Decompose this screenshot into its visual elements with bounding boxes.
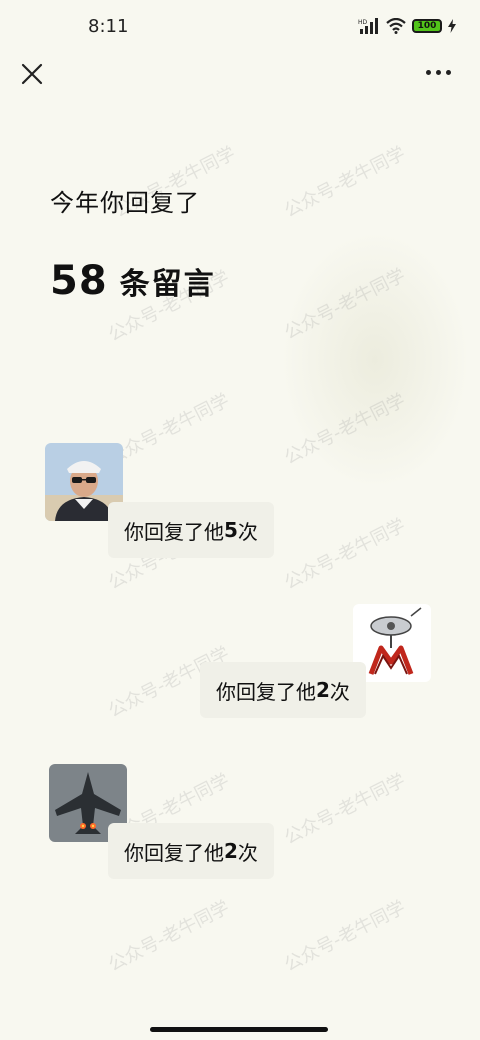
background-glow bbox=[280, 230, 470, 490]
watermark: 公众号-老牛同学 bbox=[105, 896, 233, 976]
status-icons: HD 100 bbox=[358, 18, 456, 34]
reply-bubble: 你回复了他 2 次 bbox=[200, 662, 366, 718]
charging-icon bbox=[448, 19, 456, 33]
watermark: 公众号-老牛同学 bbox=[281, 142, 409, 222]
reply-count: 5 bbox=[224, 518, 238, 542]
status-bar: 8:11 HD 100 bbox=[0, 0, 480, 56]
watermark: 公众号-老牛同学 bbox=[281, 896, 409, 976]
reply-suffix: 次 bbox=[237, 840, 258, 865]
more-dot-icon bbox=[446, 70, 451, 75]
reply-count-stat: 58 条留言 bbox=[50, 258, 216, 304]
close-button[interactable] bbox=[20, 62, 44, 86]
reply-suffix: 次 bbox=[237, 519, 258, 544]
stat-unit: 条留言 bbox=[119, 267, 216, 302]
stat-number: 58 bbox=[50, 258, 108, 304]
signal-icon: HD bbox=[358, 18, 378, 34]
status-time: 8:11 bbox=[88, 16, 129, 37]
more-dot-icon bbox=[426, 70, 431, 75]
more-dot-icon bbox=[436, 70, 441, 75]
reply-prefix: 你回复了他 bbox=[216, 679, 316, 704]
home-indicator[interactable] bbox=[150, 1027, 328, 1032]
close-icon bbox=[21, 63, 43, 85]
watermark: 公众号-老牛同学 bbox=[281, 769, 409, 849]
reply-prefix: 你回复了他 bbox=[124, 840, 224, 865]
reply-prefix: 你回复了他 bbox=[124, 519, 224, 544]
top-nav bbox=[0, 56, 480, 92]
wifi-icon bbox=[386, 18, 406, 34]
reply-count: 2 bbox=[224, 839, 238, 863]
svg-text:HD: HD bbox=[358, 19, 368, 26]
more-options-button[interactable] bbox=[426, 70, 456, 78]
reply-suffix: 次 bbox=[329, 679, 350, 704]
battery-icon: 100 bbox=[412, 19, 442, 33]
page-heading: 今年你回复了 bbox=[50, 189, 200, 217]
reply-bubble: 你回复了他 5 次 bbox=[108, 502, 274, 558]
reply-count: 2 bbox=[316, 678, 330, 702]
reply-bubble: 你回复了他 2 次 bbox=[108, 823, 274, 879]
watermark: 公众号-老牛同学 bbox=[281, 514, 409, 594]
